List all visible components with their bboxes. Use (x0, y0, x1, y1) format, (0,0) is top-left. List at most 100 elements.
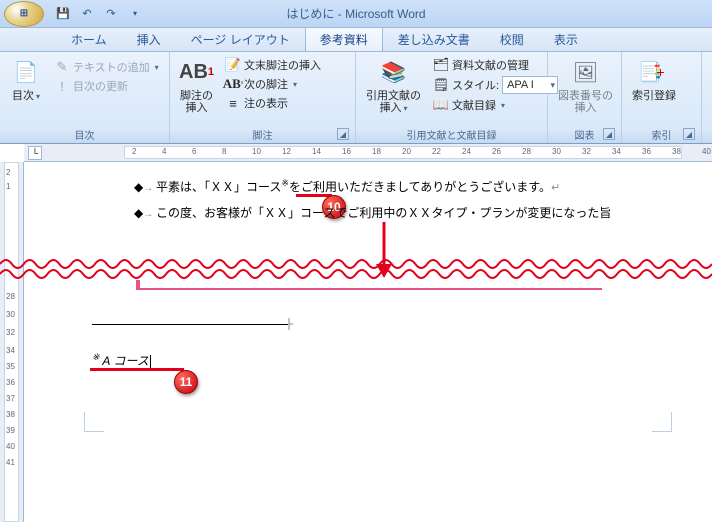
toc-label: 目次 (12, 90, 34, 102)
ruler-tick: 32 (6, 328, 15, 337)
citation-style-row: 🗒スタイル: APA I (431, 75, 560, 95)
ruler-tick: 12 (282, 147, 291, 156)
ruler-tick: 8 (222, 147, 226, 156)
footnote-separator-end-icon (288, 317, 294, 331)
tab-insert[interactable]: 挿入 (122, 26, 176, 51)
insert-endnote-button[interactable]: 📝文末脚注の挿入 (223, 56, 323, 74)
tab-view[interactable]: 表示 (539, 26, 593, 51)
group-label-index: 索引 (652, 131, 672, 142)
index-icon: 📑+ (638, 56, 670, 88)
ruler-tick: 30 (6, 310, 15, 319)
quick-access-toolbar: 💾 ↶ ↷ ▾ (54, 5, 144, 23)
ruler-tick: 24 (462, 147, 471, 156)
ruler-tick: 38 (672, 147, 681, 156)
group-label-captions: 図表 (575, 131, 595, 142)
ruler-tick: 14 (312, 147, 321, 156)
group-captions: 🖼 図表番号の 挿入 図表 ◢ (548, 52, 622, 143)
ruler-tick: 41 (6, 458, 15, 467)
chevron-down-icon: ▾ (36, 92, 40, 101)
ruler-tick: 2 (132, 147, 136, 156)
page-corner-bl (84, 412, 104, 432)
ruler-tick: 28 (522, 147, 531, 156)
insert-citation-button[interactable]: 📚 引用文献の 挿入▾ (360, 54, 427, 116)
horizontal-ruler[interactable]: └ 24681012141618202224262830323436384042… (24, 144, 712, 162)
tab-page-layout[interactable]: ページ レイアウト (176, 26, 305, 51)
footnote-mark: ※ (92, 352, 100, 362)
add-text-button[interactable]: ✎テキストの追加▾ (52, 58, 161, 76)
insert-caption-button[interactable]: 🖼 図表番号の 挿入 (552, 54, 619, 116)
ruler-tick: 40 (702, 147, 711, 156)
ruler-tick: 35 (6, 362, 15, 371)
qat-customize-icon[interactable]: ▾ (126, 5, 144, 23)
ruler-tick: 34 (612, 147, 621, 156)
index-dialog-launcher[interactable]: ◢ (683, 128, 695, 140)
ruler-tick: 4 (162, 147, 166, 156)
ruler-tick: 32 (582, 147, 591, 156)
group-label-toc: 目次 (4, 127, 165, 143)
group-index: 📑+ 索引登録 索引 ◢ (622, 52, 702, 143)
citation-icon: 📚 (378, 56, 410, 88)
group-toc: 📄 目次▾ ✎テキストの追加▾ !目次の更新 目次 (0, 52, 170, 143)
mark-index-entry-button[interactable]: 📑+ 索引登録 (626, 54, 682, 104)
captions-dialog-launcher[interactable]: ◢ (603, 128, 615, 140)
tab-references[interactable]: 参考資料 (305, 26, 383, 51)
insert-footnote-button[interactable]: AB1 脚注の 挿入 (174, 54, 219, 116)
save-icon[interactable]: 💾 (54, 5, 72, 23)
tab-selector[interactable]: └ (28, 146, 42, 160)
document-page[interactable]: ◆→ 平素は、「ＸＸ」コース※をご利用いただきましてありがとうございます。↵ 1… (24, 162, 712, 522)
ruler-tick: 6 (192, 147, 196, 156)
ruler-tick: 18 (372, 147, 381, 156)
caption-icon: 🖼 (570, 56, 602, 88)
footnote-text[interactable]: ※ A コース (92, 352, 151, 369)
ruler-tick: 26 (492, 147, 501, 156)
bibliography-button[interactable]: 📖文献目録▾ (431, 96, 560, 114)
toc-icon: 📄 (10, 56, 42, 88)
group-citations: 📚 引用文献の 挿入▾ 🗂資料文献の管理 🗒スタイル: APA I 📖文献目録▾… (356, 52, 548, 143)
endnote-icon: 📝 (225, 57, 241, 73)
ruler-tick: 10 (252, 147, 261, 156)
ruler-tick: 40 (6, 442, 15, 451)
ruler-tick: 37 (6, 394, 15, 403)
manage-sources-icon: 🗂 (433, 57, 449, 73)
redo-icon[interactable]: ↷ (102, 5, 120, 23)
manage-sources-button[interactable]: 🗂資料文献の管理 (431, 56, 560, 74)
bibliography-icon: 📖 (433, 97, 449, 113)
footnote-icon: AB1 (181, 56, 213, 88)
group-footnotes: AB1 脚注の 挿入 📝文末脚注の挿入 AB¹次の脚注▾ ≡注の表示 脚注 ◢ (170, 52, 356, 143)
ruler-tick: 36 (6, 378, 15, 387)
vertical-ruler[interactable]: 212830323435363738394041 (0, 162, 24, 522)
annotation-underline-11 (90, 368, 184, 371)
group-label-citations: 引用文献と文献目録 (360, 127, 543, 143)
page-break-tear (0, 254, 712, 282)
callout-11: 11 (174, 370, 198, 394)
tab-review[interactable]: 校閲 (485, 26, 539, 51)
window-title: はじめに - Microsoft Word (286, 5, 425, 22)
paragraph-1[interactable]: ◆→ 平素は、「ＸＸ」コース※をご利用いただきましてありがとうございます。↵ (134, 178, 560, 195)
update-toc-button[interactable]: !目次の更新 (52, 77, 161, 95)
ribbon: 📄 目次▾ ✎テキストの追加▾ !目次の更新 目次 AB1 脚注の 挿入 📝文末… (0, 52, 712, 144)
update-icon: ! (54, 78, 70, 94)
group-label-footnotes: 脚注 (253, 131, 273, 142)
ruler-tick: 1 (6, 182, 10, 191)
footnotes-dialog-launcher[interactable]: ◢ (337, 128, 349, 140)
ruler-tick: 30 (552, 147, 561, 156)
footnote-reference-mark[interactable]: ※ (281, 178, 289, 188)
tab-home[interactable]: ホーム (56, 26, 122, 51)
page-end-line (136, 288, 602, 290)
toc-button[interactable]: 📄 目次▾ (4, 54, 48, 104)
show-notes-button[interactable]: ≡注の表示 (223, 94, 323, 112)
style-icon: 🗒 (433, 77, 449, 93)
ruler-tick: 39 (6, 426, 15, 435)
office-button[interactable]: ⊞ (4, 1, 44, 27)
footnote-separator (92, 324, 288, 325)
next-footnote-icon: AB¹ (225, 76, 241, 92)
ruler-tick: 2 (6, 168, 10, 177)
show-notes-icon: ≡ (225, 95, 241, 111)
paragraph-2[interactable]: ◆→ この度、お客様が「ＸＸ」コースでご利用中のＸＸタイプ・プランが変更になった… (134, 204, 611, 221)
next-footnote-button[interactable]: AB¹次の脚注▾ (223, 75, 323, 93)
citation-style-combo[interactable]: APA I (502, 76, 558, 94)
work-area: 212830323435363738394041 ◆→ 平素は、「ＸＸ」コース※… (0, 162, 712, 522)
undo-icon[interactable]: ↶ (78, 5, 96, 23)
ruler-tick: 20 (402, 147, 411, 156)
tab-mailings[interactable]: 差し込み文書 (383, 26, 485, 51)
